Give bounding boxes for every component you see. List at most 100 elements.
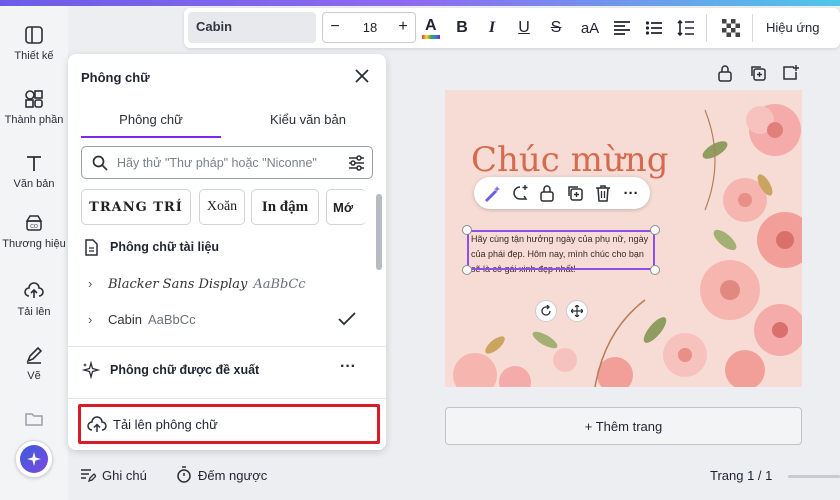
rotate-handle[interactable] bbox=[535, 300, 557, 322]
list-button[interactable] bbox=[642, 16, 666, 40]
bold-button[interactable]: B bbox=[450, 16, 474, 40]
notes-button[interactable]: Ghi chú bbox=[102, 468, 147, 483]
close-icon[interactable] bbox=[354, 68, 370, 84]
tab-text-styles[interactable]: Kiểu văn bản bbox=[238, 112, 378, 127]
zoom-slider[interactable] bbox=[788, 475, 840, 478]
text-color-icon: A bbox=[425, 17, 437, 34]
resize-handle[interactable] bbox=[462, 225, 472, 235]
design-title[interactable]: Chúc mừng bbox=[471, 140, 668, 180]
letter-case-button[interactable]: aA bbox=[578, 16, 602, 40]
magic-edit-icon[interactable] bbox=[482, 183, 502, 203]
add-page-button[interactable]: + Thêm trang bbox=[445, 407, 802, 445]
comment-add-icon[interactable] bbox=[510, 183, 530, 203]
font-name: Blacker Sans Display bbox=[108, 277, 248, 292]
upload-font-button[interactable]: Tải lên phông chữ bbox=[113, 417, 218, 432]
notes-icon bbox=[81, 469, 96, 483]
bullet-list-icon bbox=[645, 21, 662, 35]
folder-icon bbox=[25, 413, 43, 426]
move-handle[interactable] bbox=[566, 300, 588, 322]
align-button[interactable] bbox=[610, 16, 634, 40]
font-name: Cabin bbox=[108, 312, 142, 327]
rotate-icon bbox=[541, 305, 551, 316]
text-icon bbox=[27, 156, 41, 171]
move-icon bbox=[571, 305, 583, 317]
page-indicator[interactable]: Trang 1 / 1 bbox=[710, 468, 772, 483]
font-size-input[interactable]: 18 bbox=[353, 20, 387, 35]
sparkle-icon bbox=[20, 445, 48, 473]
timer-icon bbox=[177, 466, 191, 483]
trash-icon[interactable] bbox=[593, 183, 613, 203]
selection-box bbox=[467, 230, 655, 270]
font-sample: AaBbCc bbox=[147, 312, 196, 327]
side-rail: Thiết kế Thành phần Văn bản CO Thương hi… bbox=[0, 6, 68, 500]
chevron-right-icon: › bbox=[88, 276, 93, 291]
rail-label: Tải lên bbox=[17, 306, 51, 318]
add-page-icon[interactable] bbox=[781, 64, 799, 82]
font-family-select[interactable]: Cabin bbox=[188, 12, 316, 43]
divider bbox=[68, 398, 386, 399]
lock-icon[interactable] bbox=[716, 64, 734, 82]
italic-button[interactable]: I bbox=[480, 16, 504, 40]
duplicate-icon[interactable] bbox=[565, 183, 585, 203]
element-floating-toolbar: ··· bbox=[474, 177, 650, 209]
rail-item-design[interactable]: Thiết kế bbox=[0, 24, 68, 62]
bottom-bar: Ghi chú Đếm ngược Trang 1 / 1 bbox=[68, 458, 840, 494]
timer-button[interactable]: Đếm ngược bbox=[198, 468, 267, 483]
lock-icon[interactable] bbox=[537, 183, 557, 203]
svg-text:CO: CO bbox=[30, 224, 38, 230]
decrease-size-button[interactable]: − bbox=[325, 18, 345, 36]
chevron-right-icon: › bbox=[88, 312, 93, 327]
rail-item-elements[interactable]: Thành phần bbox=[0, 88, 68, 126]
search-icon bbox=[92, 155, 108, 171]
resize-handle[interactable] bbox=[462, 265, 472, 275]
font-chip-curly[interactable]: Xoăn bbox=[199, 189, 245, 225]
font-panel: Phông chữ Phông chữ Kiểu văn bản Hãy thử… bbox=[68, 54, 386, 450]
upload-font-highlight[interactable]: Tải lên phông chữ bbox=[78, 404, 380, 444]
transparency-icon bbox=[722, 19, 740, 37]
rail-item-text[interactable]: Văn bản bbox=[0, 152, 68, 190]
effects-button[interactable]: Hiệu ứng bbox=[766, 20, 820, 35]
cloud-upload-icon bbox=[24, 282, 44, 298]
text-toolbar: Cabin − 18 + A B I U S aA Hiệu ứng bbox=[184, 8, 840, 48]
font-chip-decorative[interactable]: TRANG TRÍ bbox=[81, 189, 191, 225]
font-row-cabin[interactable]: › Cabin AaBbCc bbox=[88, 312, 196, 327]
rail-label: Thiết kế bbox=[14, 50, 54, 62]
rail-item-uploads[interactable]: Tải lên bbox=[0, 280, 68, 318]
checkmark-icon bbox=[338, 312, 356, 326]
design-page[interactable]: Chúc mừng Hãy cùng tận hưởng ngày của ph… bbox=[445, 90, 802, 387]
rail-item-brand[interactable]: CO Thương hiệu bbox=[0, 212, 68, 250]
shapes-icon bbox=[25, 90, 43, 108]
underline-button[interactable]: U bbox=[512, 16, 536, 40]
divider bbox=[68, 346, 386, 347]
cloud-upload-icon bbox=[87, 416, 107, 432]
duplicate-icon[interactable] bbox=[749, 64, 767, 82]
font-size-stepper: − 18 + bbox=[322, 12, 416, 43]
rail-item-projects[interactable] bbox=[0, 408, 68, 434]
text-color-button[interactable]: A bbox=[419, 16, 443, 40]
rail-label: Vẽ bbox=[27, 370, 41, 382]
sparkles-icon bbox=[82, 361, 100, 379]
strikethrough-button[interactable]: S bbox=[544, 16, 568, 40]
font-chip-bold[interactable]: In đậm bbox=[251, 189, 319, 225]
font-chip-more[interactable]: Mớ bbox=[326, 189, 366, 225]
resize-handle[interactable] bbox=[650, 225, 660, 235]
tab-fonts[interactable]: Phông chữ bbox=[81, 112, 221, 127]
more-options-icon[interactable]: ··· bbox=[621, 183, 641, 203]
rail-label: Thương hiệu bbox=[2, 238, 66, 250]
panel-title: Phông chữ bbox=[81, 70, 150, 85]
panel-scrollbar[interactable] bbox=[376, 194, 382, 270]
increase-size-button[interactable]: + bbox=[393, 18, 413, 36]
font-sample: AaBbCc bbox=[253, 277, 306, 292]
font-row-blacker[interactable]: › Blacker Sans Display AaBbCc bbox=[88, 276, 306, 292]
transparency-button[interactable] bbox=[719, 16, 743, 40]
rail-label: Thành phần bbox=[4, 114, 64, 126]
magic-assistant-button[interactable] bbox=[15, 440, 53, 478]
resize-handle[interactable] bbox=[650, 265, 660, 275]
spacing-button[interactable] bbox=[674, 16, 698, 40]
more-options-icon[interactable]: ··· bbox=[340, 358, 356, 376]
active-tab-indicator bbox=[81, 136, 221, 138]
font-search-field[interactable]: Hãy thử "Thư pháp" hoặc "Niconne" bbox=[81, 146, 373, 179]
filter-icon[interactable] bbox=[348, 155, 365, 171]
rail-label: Văn bản bbox=[13, 178, 55, 190]
rail-item-draw[interactable]: Vẽ bbox=[0, 344, 68, 382]
